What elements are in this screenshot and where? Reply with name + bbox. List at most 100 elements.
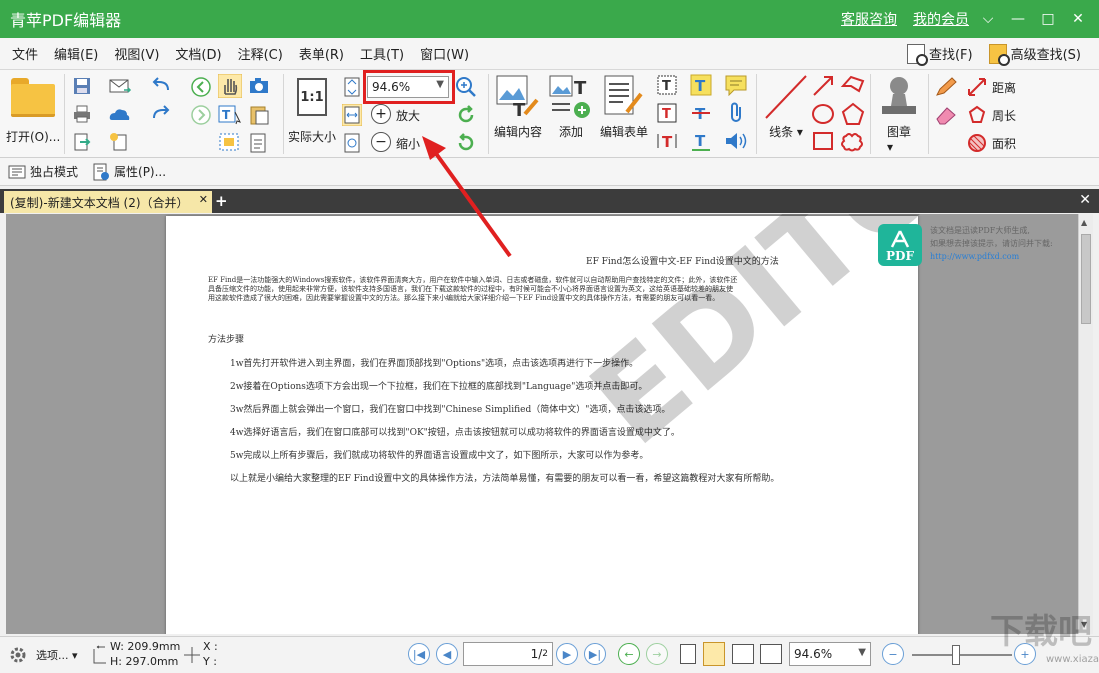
scroll-up-icon[interactable]: ▲ <box>1081 218 1087 227</box>
area-label[interactable]: 面积 <box>992 135 1016 152</box>
menu-window[interactable]: 窗口(W) <box>412 44 477 63</box>
document-tab[interactable]: (复制)-新建文本文档 (2)（合并） ✕ <box>4 191 212 213</box>
menu-edit[interactable]: 编辑(E) <box>46 44 106 63</box>
forward-view-button[interactable]: → <box>646 643 668 665</box>
two-page-continuous-view-icon[interactable] <box>760 644 782 664</box>
fit-width-icon[interactable] <box>342 104 362 126</box>
typewriter-icon[interactable]: T <box>656 130 678 152</box>
svg-text:T: T <box>662 79 671 94</box>
menu-file[interactable]: 文件 <box>0 44 46 63</box>
next-page-button[interactable]: ▶ <box>556 643 578 665</box>
back-view-button[interactable]: ← <box>618 643 640 665</box>
stamp-button[interactable]: 图章 ▾ <box>876 74 922 154</box>
ellipse-icon[interactable] <box>812 104 834 124</box>
pencil-icon[interactable] <box>934 76 958 98</box>
advanced-find-button[interactable]: 高级查找(S) <box>981 43 1089 66</box>
perimeter-icon[interactable] <box>966 104 988 126</box>
note-icon[interactable] <box>724 74 748 96</box>
email-icon[interactable] <box>108 76 132 96</box>
menu-comment[interactable]: 注释(C) <box>230 44 291 63</box>
hand-tool-icon[interactable] <box>218 74 242 98</box>
zoom-slider-knob[interactable] <box>952 645 960 665</box>
exclusive-mode-button[interactable]: 独占模式 <box>8 163 78 181</box>
find-button[interactable]: 查找(F) <box>899 43 981 66</box>
camera-icon[interactable] <box>248 76 270 96</box>
minimize-button[interactable]: — <box>1003 0 1033 38</box>
save-icon[interactable] <box>72 76 92 96</box>
menu-form[interactable]: 表单(R) <box>291 44 352 63</box>
polygon-line-icon[interactable] <box>840 74 866 98</box>
close-tab-icon[interactable]: ✕ <box>199 193 208 206</box>
text-field-icon[interactable]: T <box>656 74 678 96</box>
fit-visible-icon[interactable] <box>342 132 362 154</box>
red-arrow-annotation <box>422 136 512 258</box>
redo-icon[interactable] <box>150 104 172 124</box>
zoom-magnifier-icon[interactable] <box>455 76 477 98</box>
back-icon[interactable] <box>190 76 212 98</box>
properties-button[interactable]: 属性(P)... <box>92 163 166 181</box>
strikeout-icon[interactable]: T <box>690 102 712 124</box>
cloud-icon[interactable] <box>108 104 132 124</box>
new-tab-button[interactable]: + <box>215 192 228 210</box>
underline-icon[interactable]: T <box>690 130 712 152</box>
zoom-slider[interactable] <box>912 645 1012 665</box>
single-page-view-icon[interactable] <box>680 644 696 664</box>
fit-page-icon[interactable] <box>342 76 362 98</box>
document-icon[interactable] <box>248 132 270 154</box>
zoom-in-label[interactable]: 放大 <box>396 107 420 124</box>
print-icon[interactable] <box>72 104 92 124</box>
menu-document[interactable]: 文档(D) <box>167 44 229 63</box>
actual-size-button[interactable]: 1:1 实际大小 <box>288 78 336 145</box>
distance-icon[interactable] <box>966 76 988 98</box>
text-box-icon[interactable]: T <box>656 102 678 124</box>
open-button[interactable]: 打开(O)... <box>6 78 60 145</box>
chevron-down-icon[interactable]: ⌵ <box>973 0 1003 38</box>
attachment-icon[interactable] <box>727 102 747 124</box>
undo-icon[interactable] <box>150 76 172 96</box>
page-number-input[interactable]: 1/2 <box>463 642 553 666</box>
select-text-icon[interactable]: T <box>218 104 242 126</box>
highlight-text-icon[interactable]: T <box>690 74 712 96</box>
vertical-scrollbar[interactable]: ▲ ▼ <box>1078 214 1093 634</box>
pdf-note-url[interactable]: http://www.pdfxd.com <box>930 250 1053 263</box>
rectangle-icon[interactable] <box>813 132 833 150</box>
arrow-icon[interactable] <box>811 74 837 98</box>
pentagon-icon[interactable] <box>840 102 866 126</box>
status-zoom-select[interactable]: 94.6% ▼ <box>789 642 871 666</box>
eraser-icon[interactable] <box>934 104 958 126</box>
paste-icon[interactable] <box>248 104 270 126</box>
close-button[interactable]: ✕ <box>1063 0 1093 38</box>
select-area-icon[interactable] <box>218 132 242 154</box>
lines-button[interactable]: 线条 ▾ <box>762 74 810 140</box>
edit-form-label: 编辑表单 <box>600 125 649 139</box>
last-page-button[interactable]: ▶| <box>584 643 606 665</box>
menu-tools[interactable]: 工具(T) <box>352 44 412 63</box>
two-page-view-icon[interactable] <box>732 644 754 664</box>
document-view[interactable]: EF Find怎么设置中文-EF Find设置中文的方法 EF Find是一法功… <box>6 214 1078 634</box>
maximize-button[interactable]: □ <box>1033 0 1063 38</box>
scrollbar-thumb[interactable] <box>1081 234 1091 324</box>
new-file-icon[interactable] <box>108 132 132 152</box>
menu-view[interactable]: 视图(V) <box>106 44 167 63</box>
cloud-shape-icon[interactable] <box>840 130 866 154</box>
forward-icon[interactable] <box>190 104 212 126</box>
rotate-clockwise-icon[interactable] <box>455 104 477 126</box>
options-button[interactable]: 选项... ▾ <box>36 647 78 663</box>
total-pages: 2 <box>542 649 548 659</box>
close-all-tabs-button[interactable]: ✕ <box>1079 192 1091 208</box>
support-link[interactable]: 客服咨询 <box>841 9 897 29</box>
zoom-out-status-button[interactable]: − <box>882 643 904 665</box>
zoom-out-button[interactable]: − <box>371 132 391 152</box>
export-icon[interactable] <box>72 132 92 152</box>
zoom-in-button[interactable]: + <box>371 104 391 124</box>
first-page-button[interactable]: |◀ <box>408 643 430 665</box>
distance-label[interactable]: 距离 <box>992 79 1016 96</box>
continuous-view-icon[interactable] <box>703 642 725 666</box>
edit-form-button[interactable]: 编辑表单 <box>600 74 648 140</box>
member-link[interactable]: 我的会员 <box>913 9 969 29</box>
add-button[interactable]: T 添加 <box>548 74 594 140</box>
previous-page-button[interactable]: ◀ <box>436 643 458 665</box>
sound-icon[interactable] <box>724 130 748 152</box>
area-icon[interactable] <box>966 132 988 154</box>
perimeter-label[interactable]: 周长 <box>992 107 1016 124</box>
